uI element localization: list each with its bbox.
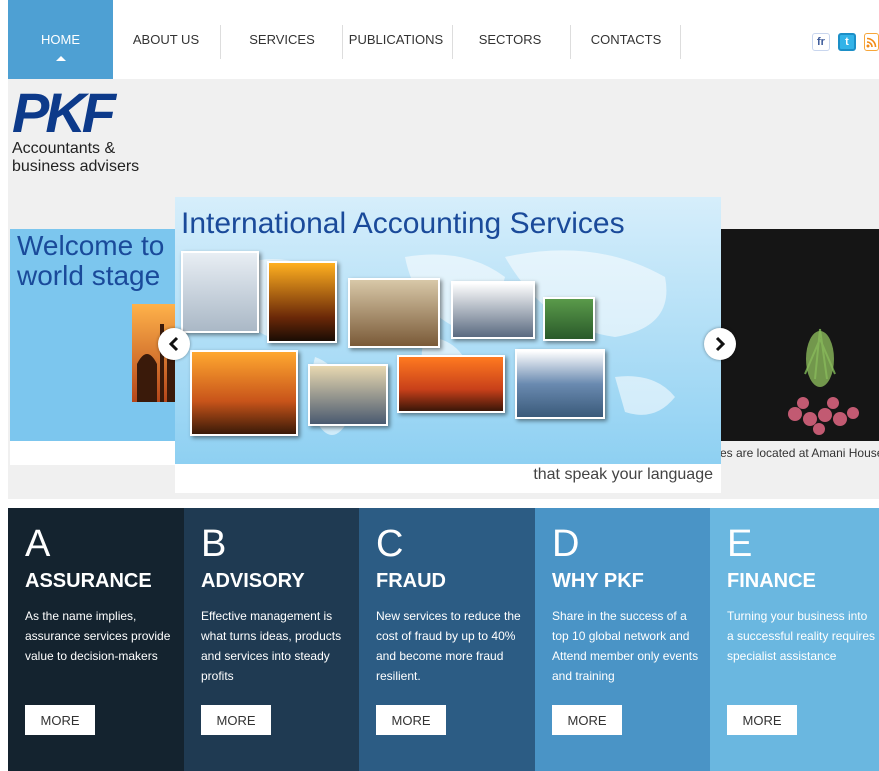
service-title: ASSURANCE: [25, 570, 152, 592]
service-description: Turning your business into a successful …: [727, 609, 876, 663]
slide-right-caption: es are located at Amani House: [720, 441, 879, 465]
taj-mahal-photo: [397, 355, 505, 413]
service-title: FINANCE: [727, 570, 816, 592]
mountain-lake-photo: [515, 349, 605, 419]
nav-contacts-label: CONTACTS: [590, 32, 662, 47]
facebook-icon[interactable]: fr: [812, 33, 830, 51]
service-letter: E: [727, 523, 753, 565]
service-description: Share in the success of a top 10 global …: [552, 609, 699, 683]
nav-contacts[interactable]: CONTACTS: [572, 0, 680, 79]
service-title: FRAUD: [376, 570, 446, 592]
page: { "nav": { "items": [ {"label": "HOME", …: [0, 0, 879, 771]
service-description: New services to reduce the cost of fraud…: [376, 609, 521, 683]
nav-sectors[interactable]: SECTORS: [456, 0, 564, 79]
nav-home[interactable]: HOME: [8, 0, 113, 79]
slide-next: es are located at Amani House: [720, 229, 879, 465]
service-letter: D: [552, 523, 580, 565]
more-button[interactable]: MORE: [552, 705, 622, 735]
slide-left-title-line2: world stage: [17, 260, 161, 291]
flower-arrangement-photo: [788, 328, 859, 435]
nav-home-label: HOME: [41, 32, 80, 47]
service-letter: A: [25, 523, 51, 565]
nav-divider: [342, 25, 343, 59]
chevron-left-icon: [168, 336, 179, 352]
nav-about-us[interactable]: ABOUT US: [118, 0, 214, 79]
slide-left-title-line1: Welcome to: [17, 230, 165, 261]
big-ben-photo: [267, 261, 337, 343]
service-tile-finance: E FINANCE Turning your business into a s…: [710, 508, 879, 771]
service-tile-assurance: A ASSURANCE As the name implies, assuran…: [8, 508, 184, 771]
logo-tagline-line1: Accountants &: [12, 140, 116, 157]
nav-divider: [220, 25, 221, 59]
city-hall-photo: [348, 278, 440, 348]
african-sunset-photo: [190, 350, 298, 436]
more-button[interactable]: MORE: [201, 705, 271, 735]
nav-services-label: SERVICES: [249, 32, 315, 47]
service-tile-fraud: C FRAUD New services to reduce the cost …: [359, 508, 535, 771]
top-navigation: HOME ABOUT US SERVICES PUBLICATIONS SECT…: [0, 0, 879, 79]
service-description: Effective management is what turns ideas…: [201, 609, 342, 683]
service-letter: C: [376, 523, 404, 565]
slide-left-caption-bar: [10, 441, 185, 465]
chevron-right-icon: [715, 336, 726, 352]
services-section: A ASSURANCE As the name implies, assuran…: [8, 508, 879, 771]
more-button[interactable]: MORE: [25, 705, 95, 735]
nav-sectors-label: SECTORS: [478, 32, 542, 47]
more-button[interactable]: MORE: [376, 705, 446, 735]
nav-about-us-label: ABOUT US: [132, 32, 200, 47]
service-tile-advisory: B ADVISORY Effective management is what …: [184, 508, 359, 771]
nav-divider: [452, 25, 453, 59]
rss-glyph-icon: [866, 37, 877, 47]
slide-main-image: International Accounting Services: [175, 197, 721, 464]
service-title: ADVISORY: [201, 570, 305, 592]
garden-maze-photo: [543, 297, 595, 341]
rss-icon[interactable]: [864, 33, 879, 51]
slide-left-title: Welcome to world stage: [17, 231, 164, 291]
nav-services[interactable]: SERVICES: [226, 0, 338, 79]
service-tile-why-pkf: D WHY PKF Share in the success of a top …: [535, 508, 710, 771]
nav-publications[interactable]: PUBLICATIONS: [344, 0, 448, 79]
slider-next-button[interactable]: [704, 328, 736, 360]
service-description: As the name implies, assurance services …: [25, 609, 171, 663]
twitter-icon[interactable]: t: [838, 33, 856, 51]
active-caret-icon: [55, 56, 66, 61]
service-letter: B: [201, 523, 227, 565]
office-meeting-photo: [181, 251, 259, 333]
logo-tagline-line2: business advisers: [12, 158, 140, 175]
nav-divider: [570, 25, 571, 59]
nav-divider: [680, 25, 681, 59]
pkf-logo[interactable]: PKF Accountants & business advisers: [12, 84, 172, 179]
more-button[interactable]: MORE: [727, 705, 797, 735]
slide-current: International Accounting Services that s…: [175, 197, 721, 493]
slider-prev-button[interactable]: [158, 328, 190, 360]
slide-main-title: International Accounting Services: [181, 207, 625, 240]
service-title: WHY PKF: [552, 570, 644, 592]
nav-publications-label: PUBLICATIONS: [348, 32, 444, 47]
business-team-photo: [451, 281, 535, 339]
bridge-city-photo: [308, 364, 388, 426]
logo-mark: PKF: [12, 81, 116, 144]
slide-main-caption: that speak your language: [533, 466, 713, 483]
